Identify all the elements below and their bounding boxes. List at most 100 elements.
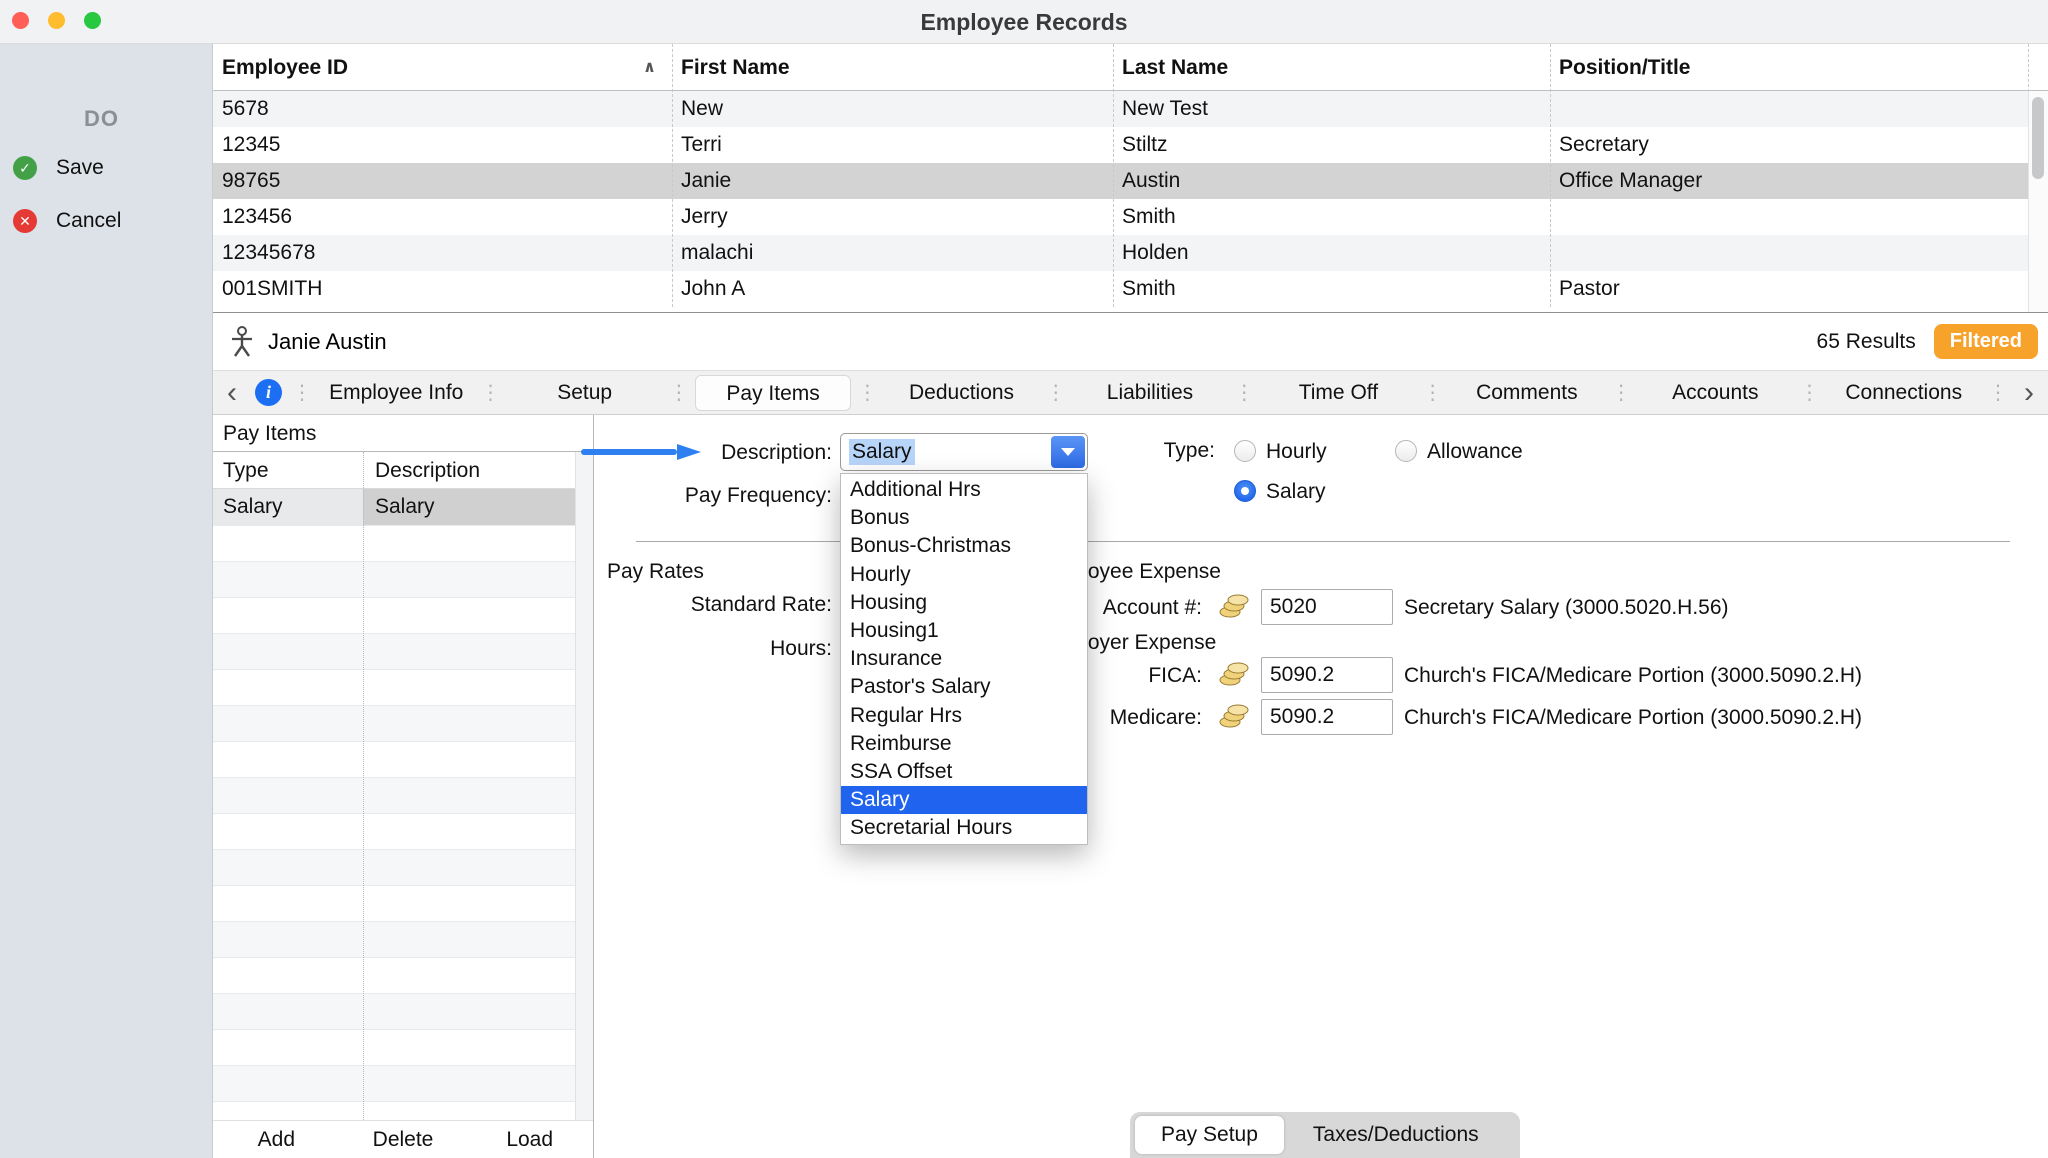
cell-first-name: Terri xyxy=(672,127,1113,163)
dropdown-option[interactable]: SSA Offset xyxy=(841,758,1087,786)
tab-separator-dots: ⋮ xyxy=(855,380,879,405)
column-divider xyxy=(672,44,673,307)
dropdown-option[interactable]: Regular Hrs xyxy=(841,702,1087,730)
tab-label[interactable]: Connections xyxy=(1826,375,1982,411)
column-header-employee-id[interactable]: Employee ID ∧ xyxy=(213,44,672,90)
bottom-tab[interactable]: Taxes/Deductions xyxy=(1287,1116,1505,1154)
tab-separator-dots: ⋮ xyxy=(478,380,502,405)
account-lookup-icon[interactable] xyxy=(1218,703,1250,729)
sidebar-header: DO xyxy=(84,106,119,132)
cell-position xyxy=(1550,91,2028,127)
bottom-tab[interactable]: Pay Setup xyxy=(1135,1116,1284,1154)
load-button[interactable]: Load xyxy=(466,1128,593,1152)
record-header: Janie Austin 65 Results Filtered xyxy=(213,313,2048,370)
cell-last-name: Smith xyxy=(1113,271,1550,307)
filtered-badge[interactable]: Filtered xyxy=(1934,324,2038,359)
cell-employee-id: 12345 xyxy=(213,127,672,163)
tab-overflow-left-icon[interactable]: ‹ xyxy=(213,371,251,414)
table-row[interactable]: 12345 Terri Stiltz Secretary xyxy=(213,127,2028,163)
description-combobox[interactable]: Salary xyxy=(840,433,1088,471)
app-window: Employee Records DO ✓ Save ✕ Cancel « Co… xyxy=(0,0,2048,1158)
account-lookup-icon[interactable] xyxy=(1218,661,1250,687)
table-row[interactable]: 12345678 malachi Holden xyxy=(213,235,2028,271)
radio-salary[interactable] xyxy=(1234,480,1256,502)
pay-items-buttons: Add Delete Load xyxy=(213,1120,593,1158)
dropdown-option[interactable]: Housing xyxy=(841,589,1087,617)
table-row[interactable]: 001SMITH John A Smith Pastor xyxy=(213,271,2028,307)
tab-separator-dots: ⋮ xyxy=(1609,380,1633,405)
pay-items-column-divider xyxy=(363,452,364,1120)
tab-overflow-right-icon[interactable]: › xyxy=(2010,371,2048,414)
dropdown-option[interactable]: Bonus xyxy=(841,504,1087,532)
delete-button[interactable]: Delete xyxy=(340,1128,467,1152)
medicare-account-input[interactable]: 5090.2 xyxy=(1261,699,1393,735)
radio-hourly[interactable] xyxy=(1234,440,1256,462)
dropdown-button[interactable] xyxy=(1051,436,1085,468)
cell-employee-id: 12345678 xyxy=(213,235,672,271)
column-header-last-name[interactable]: Last Name xyxy=(1113,44,1550,90)
tab-item[interactable]: Time Off ⋮ xyxy=(1256,375,1444,411)
scrollbar-thumb[interactable] xyxy=(2032,97,2044,179)
tab-item[interactable]: Pay Items ⋮ xyxy=(691,375,879,411)
tab-item[interactable]: Accounts ⋮ xyxy=(1633,375,1821,411)
add-button[interactable]: Add xyxy=(213,1128,340,1152)
cancel-button[interactable]: ✕ Cancel xyxy=(13,209,121,233)
dropdown-option[interactable]: Insurance xyxy=(841,645,1087,673)
table-row[interactable]: 98765 Janie Austin Office Manager xyxy=(213,163,2028,199)
tab-label[interactable]: Accounts xyxy=(1637,375,1793,411)
dropdown-option[interactable]: Salary xyxy=(841,786,1087,814)
table-scrollbar[interactable] xyxy=(2028,91,2048,312)
radio-allowance-label[interactable]: Allowance xyxy=(1427,435,1523,469)
account-number-input[interactable]: 5020 xyxy=(1261,589,1393,625)
tab-item[interactable]: Employee Info ⋮ xyxy=(314,375,502,411)
column-header-first-name[interactable]: First Name xyxy=(672,44,1113,90)
save-button[interactable]: ✓ Save xyxy=(13,156,104,180)
tab-item[interactable]: Comments ⋮ xyxy=(1445,375,1633,411)
tab-item[interactable]: Liabilities ⋮ xyxy=(1068,375,1256,411)
column-header-position[interactable]: Position/Title xyxy=(1550,44,2048,90)
dropdown-option[interactable]: Pastor's Salary xyxy=(841,673,1087,701)
fica-account-input[interactable]: 5090.2 xyxy=(1261,657,1393,693)
pay-item-row[interactable]: Salary Salary xyxy=(213,489,575,525)
pay-items-scrollbar[interactable] xyxy=(575,452,593,1120)
tab-label[interactable]: Liabilities xyxy=(1072,375,1228,411)
tab-item[interactable]: Setup ⋮ xyxy=(502,375,690,411)
tab-label[interactable]: Comments xyxy=(1449,375,1605,411)
dropdown-option[interactable]: Hourly xyxy=(841,561,1087,589)
info-icon[interactable]: i xyxy=(255,379,282,406)
dropdown-option[interactable]: Additional Hrs xyxy=(841,476,1087,504)
tab-label[interactable]: Deductions xyxy=(883,375,1039,411)
pay-item-detail xyxy=(594,415,2048,1158)
radio-salary-label[interactable]: Salary xyxy=(1266,475,1326,509)
dropdown-option[interactable]: Reimburse xyxy=(841,730,1087,758)
account-lookup-icon[interactable] xyxy=(1218,593,1250,619)
tab-item[interactable]: Connections ⋮ xyxy=(1822,375,2010,411)
tab-label[interactable]: Employee Info xyxy=(318,375,474,411)
cell-position: Secretary xyxy=(1550,127,2028,163)
table-row[interactable]: 5678 New New Test xyxy=(213,91,2028,127)
standard-rate-label: Standard Rate: xyxy=(594,588,832,622)
tab-label[interactable]: Time Off xyxy=(1260,375,1416,411)
pay-items-panel: Pay Items Type Description Salary Salary… xyxy=(213,415,594,1158)
medicare-account-description: Church's FICA/Medicare Portion (3000.509… xyxy=(1404,701,1862,735)
selected-record-name: Janie Austin xyxy=(268,329,387,355)
save-label: Save xyxy=(56,156,104,180)
cell-employee-id: 001SMITH xyxy=(213,271,672,307)
radio-allowance[interactable] xyxy=(1395,440,1417,462)
table-row[interactable]: 123456 Jerry Smith xyxy=(213,199,2028,235)
tab-label[interactable]: Pay Items xyxy=(695,375,851,411)
dropdown-option[interactable]: Housing1 xyxy=(841,617,1087,645)
dropdown-option[interactable]: Secretarial Hours xyxy=(841,814,1087,842)
column-header-description[interactable]: Description xyxy=(363,452,575,488)
annotation-arrow-head xyxy=(677,444,701,460)
tab-label[interactable]: Setup xyxy=(506,375,662,411)
detail-bottom-tabs: Pay Setup Taxes/Deductions xyxy=(1130,1112,1520,1158)
column-header-type[interactable]: Type xyxy=(213,452,363,488)
record-tab-bar: ‹ i ⋮ Employee Info ⋮ Setup ⋮ Pay Items … xyxy=(213,370,2048,415)
account-description: Secretary Salary (3000.5020.H.56) xyxy=(1404,591,1729,625)
tab-item[interactable]: Deductions ⋮ xyxy=(879,375,1067,411)
radio-hourly-label[interactable]: Hourly xyxy=(1266,435,1327,469)
dropdown-option[interactable]: Bonus-Christmas xyxy=(841,532,1087,560)
column-header-label: First Name xyxy=(681,56,790,79)
annotation-arrow-shaft xyxy=(581,449,677,455)
